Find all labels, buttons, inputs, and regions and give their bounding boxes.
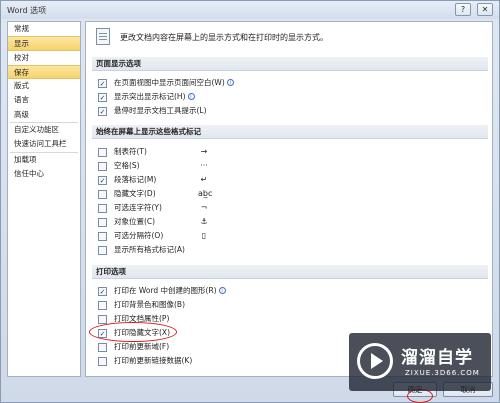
info-icon: i (218, 287, 226, 294)
sidebar-item-proofing[interactable]: 校对 (8, 51, 80, 65)
sidebar-item-language[interactable]: 语言 (8, 93, 80, 107)
checkbox-tab-characters[interactable] (98, 148, 107, 157)
sidebar-item-trust-center[interactable]: 信任中心 (8, 167, 80, 181)
checkbox-hidden-text[interactable] (98, 190, 107, 199)
tab-mark-icon: → (200, 147, 208, 156)
optional-break-icon: ▯ (201, 231, 207, 240)
option-label: 显示所有格式标记(A) (114, 245, 185, 254)
checkbox-optional-hyphens[interactable] (98, 204, 107, 213)
checkbox-update-fields[interactable] (98, 343, 107, 352)
option-label: 对象位置(C) (114, 217, 156, 226)
option-label: 在页面视图中显示页面间空白(W) (114, 78, 225, 87)
word-options-dialog: Word 选项 ? ✕ 常规 显示 校对 保存 版式 语言 高级 自定义功能区 … (0, 0, 500, 403)
hidden-text-icon: ab̲c (198, 189, 213, 198)
red-highlight-circle (89, 322, 177, 342)
option-label: 空格(S) (114, 161, 140, 170)
option-label: 可选连字符(Y) (114, 203, 162, 212)
section-header-page-display: 页面显示选项 (92, 57, 488, 71)
watermark-url: ZIXUE.3D66.COM (405, 369, 480, 377)
sidebar-item-add-ins[interactable]: 加载项 (8, 153, 80, 167)
checkbox-update-linked-data[interactable] (98, 357, 107, 366)
option-label: 悬停时显示文档工具提示(L) (114, 106, 207, 115)
info-icon: i (187, 93, 195, 100)
checkbox-optional-breaks[interactable] (98, 232, 107, 241)
option-label: 可选分隔符(O) (114, 231, 164, 240)
option-label: 显示突出显示标记(H) (114, 92, 186, 101)
option-label: 打印背景色和图像(B) (114, 300, 185, 309)
checkbox-show-whitespace[interactable]: ✓ (98, 79, 107, 88)
info-icon: i (226, 79, 234, 86)
title-bar: Word 选项 ? ✕ (1, 1, 499, 19)
checkbox-object-anchors[interactable] (98, 218, 107, 227)
checkbox-print-background[interactable] (98, 301, 107, 310)
sidebar-item-typography[interactable]: 版式 (8, 79, 80, 93)
option-label: 隐藏文字(D) (114, 189, 156, 198)
sidebar-item-advanced[interactable]: 高级 (8, 108, 80, 122)
sidebar-item-general[interactable]: 常规 (8, 22, 80, 36)
play-logo-icon (357, 343, 393, 379)
option-label: 打印前更新域(F) (114, 342, 170, 351)
checkbox-spaces[interactable] (98, 162, 107, 171)
checkbox-show-tooltips[interactable]: ✓ (98, 107, 107, 116)
document-icon (96, 28, 110, 45)
sidebar-item-save[interactable]: 保存 (8, 64, 80, 80)
paragraph-mark-icon: ↵ (200, 175, 208, 184)
anchor-icon: ⚓ (200, 217, 208, 226)
watermark-overlay: 溜溜自学 ZIXUE.3D66.COM (349, 333, 491, 391)
close-button[interactable]: ✕ (477, 3, 493, 16)
checkbox-show-highlighter[interactable]: ✓ (98, 93, 107, 102)
panel-description: 更改文档内容在屏幕上的显示方式和在打印时的显示方式。 (120, 33, 328, 42)
options-sidebar: 常规 显示 校对 保存 版式 语言 高级 自定义功能区 快速访问工具栏 加载项 … (7, 21, 81, 377)
option-label: 段落标记(M) (114, 175, 157, 184)
section-header-print: 打印选项 (92, 265, 488, 279)
section-header-formatting-marks: 始终在屏幕上显示这些格式标记 (92, 125, 488, 139)
checkbox-show-all-marks[interactable] (98, 246, 107, 255)
option-label: 打印在 Word 中创建的图形(R) (114, 286, 217, 295)
space-mark-icon: ··· (200, 161, 208, 170)
checkbox-print-drawings[interactable]: ✓ (98, 287, 107, 296)
sidebar-item-display[interactable]: 显示 (8, 36, 80, 51)
red-highlight-circle-ok (407, 389, 433, 403)
dialog-title: Word 选项 (7, 6, 47, 15)
help-button[interactable]: ? (455, 3, 471, 16)
watermark-name: 溜溜自学 (401, 348, 473, 368)
option-label: 打印前更新链接数据(K) (114, 356, 193, 365)
sidebar-item-quick-access-toolbar[interactable]: 快速访问工具栏 (8, 137, 80, 151)
option-label: 制表符(T) (114, 147, 147, 156)
optional-hyphen-icon: ¬ (200, 203, 208, 212)
checkbox-print-properties[interactable] (98, 315, 107, 324)
sidebar-item-customize-ribbon[interactable]: 自定义功能区 (8, 123, 80, 137)
checkbox-paragraph-marks[interactable]: ✓ (98, 176, 107, 185)
